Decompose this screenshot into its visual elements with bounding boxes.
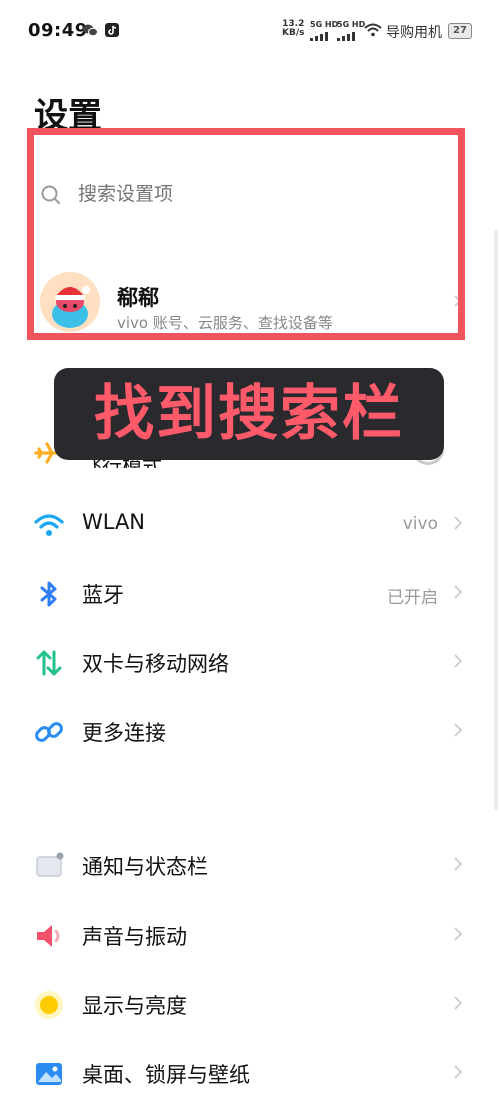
setting-label: WLAN [82, 510, 146, 534]
setting-row-wlan[interactable]: WLAN vivo [0, 494, 500, 554]
network-speed: 13.2 KB/s [282, 19, 305, 38]
setting-row-more-connections[interactable]: 更多连接 [0, 701, 500, 761]
notification-icon [36, 852, 64, 877]
battery-icon: 27 [448, 23, 472, 39]
tiktok-icon [105, 23, 119, 37]
mobile-network-icon [36, 650, 62, 676]
setting-label: 蓝牙 [82, 583, 124, 607]
overlay-banner-text: 找到搜索栏 [94, 379, 404, 449]
setting-label: 双卡与移动网络 [82, 652, 229, 676]
setting-row-notifications[interactable]: 通知与状态栏 [0, 835, 500, 895]
bluetooth-icon [40, 581, 57, 607]
setting-row-bluetooth[interactable]: 蓝牙 已开启 [0, 563, 500, 623]
setting-row-wallpaper[interactable]: 桌面、锁屏与壁纸 [0, 1043, 500, 1103]
setting-row-sound[interactable]: 声音与振动 [0, 905, 500, 965]
sound-icon [37, 925, 60, 947]
sim1-signal: 5G HD [310, 20, 338, 41]
chevron-right-icon [454, 585, 463, 599]
carrier-label: 导购用机 [386, 25, 442, 41]
sim2-signal: 5G HD [337, 20, 365, 41]
setting-value: vivo [402, 514, 438, 534]
chevron-right-icon [454, 654, 463, 668]
wifi-status-icon [364, 23, 382, 37]
chevron-right-icon [454, 927, 463, 941]
chevron-right-icon [454, 996, 463, 1010]
setting-label: 桌面、锁屏与壁纸 [82, 1063, 250, 1087]
scrollbar[interactable] [494, 230, 498, 810]
setting-label: 显示与亮度 [82, 994, 187, 1018]
setting-label: 通知与状态栏 [82, 855, 208, 879]
chevron-right-icon [454, 723, 463, 737]
setting-row-display[interactable]: 显示与亮度 [0, 974, 500, 1034]
chevron-right-icon [454, 857, 463, 871]
chevron-right-icon [454, 516, 463, 530]
wallpaper-icon [36, 1063, 62, 1085]
wechat-icon [82, 24, 98, 37]
status-time: 09:49 [28, 20, 88, 41]
setting-label: 更多连接 [82, 721, 166, 745]
setting-label: 声音与振动 [82, 925, 187, 949]
setting-row-mobile-network[interactable]: 双卡与移动网络 [0, 632, 500, 692]
brightness-icon [35, 991, 63, 1019]
wifi-icon [34, 514, 64, 536]
setting-value: 已开启 [387, 588, 438, 608]
chevron-right-icon [454, 1065, 463, 1079]
status-bar: 09:49 13.2 KB/s 5G HD 5G HD 导购用机 27 [0, 0, 500, 60]
highlight-box [27, 128, 465, 340]
link-icon [35, 722, 63, 742]
